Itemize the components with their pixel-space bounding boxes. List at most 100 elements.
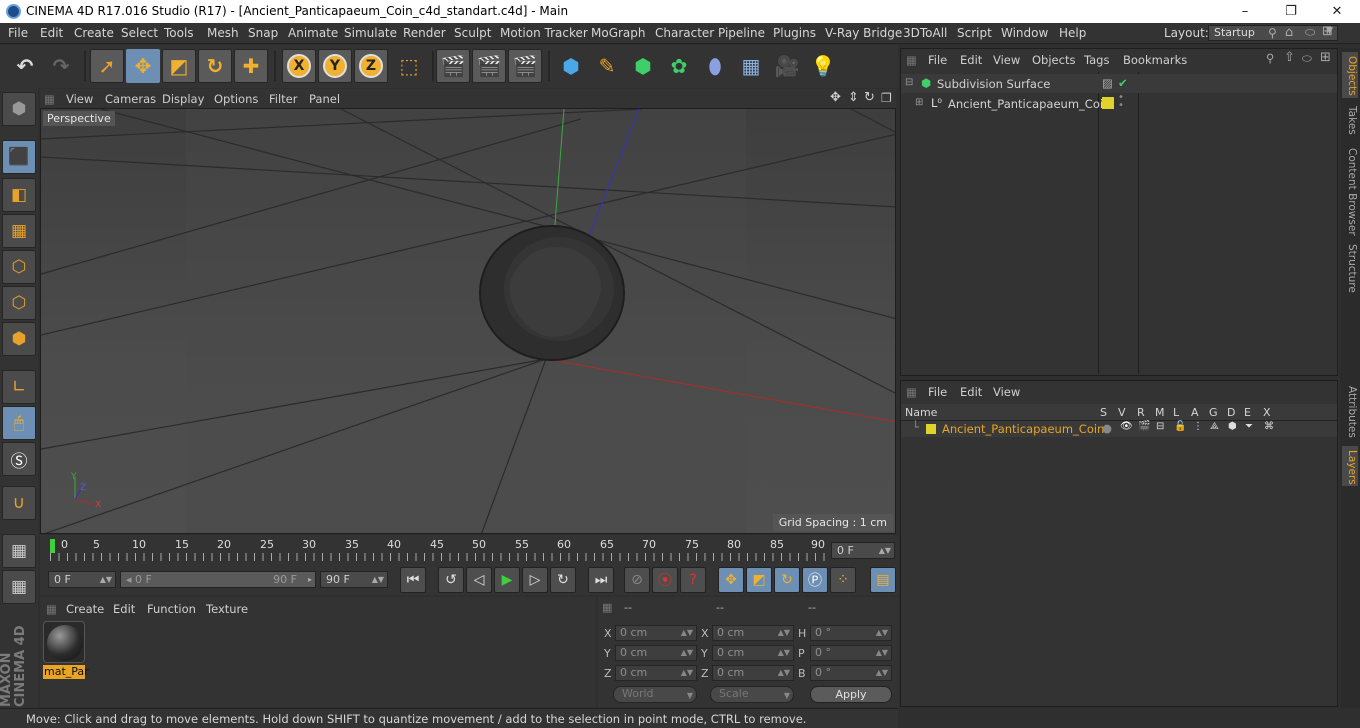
maximize-button[interactable]: ❐ xyxy=(1268,0,1314,23)
tab-attributes[interactable]: Attributes xyxy=(1342,386,1358,442)
model-mode-icon[interactable]: ⬛ xyxy=(2,140,36,174)
animation-icon[interactable]: ⋮ xyxy=(1193,421,1203,432)
object-menu-view[interactable]: View xyxy=(993,53,1020,67)
menu-help[interactable]: Help xyxy=(1059,26,1086,40)
back-icon[interactable]: ⬭ xyxy=(1305,25,1315,40)
object-menu-file[interactable]: File xyxy=(928,53,947,67)
visibility-dots-icon[interactable]: • • xyxy=(1118,93,1124,111)
coordinate-mode-dropdown[interactable]: World ▼ xyxy=(613,686,697,703)
viewport-menu-view[interactable]: View xyxy=(66,92,93,106)
material-menu-create[interactable]: Create xyxy=(66,602,104,616)
material-menu-function[interactable]: Function xyxy=(147,602,196,616)
tab-content-browser[interactable]: Content Browser xyxy=(1342,148,1358,236)
rot-h-field[interactable]: 0 ° ▲▼ xyxy=(810,625,892,641)
menu-plugins[interactable]: Plugins xyxy=(773,26,816,40)
go-to-start-icon[interactable]: ⏮ xyxy=(400,567,426,593)
home-icon[interactable]: ⌂ xyxy=(1285,25,1293,40)
tab-takes[interactable]: Takes xyxy=(1342,106,1358,142)
viewport-move-icon[interactable]: ✥ xyxy=(830,90,841,105)
column-deformers[interactable]: D xyxy=(1227,406,1235,419)
camera-icon[interactable]: 🎥 xyxy=(770,49,804,83)
go-to-end-icon[interactable]: ⏭ xyxy=(588,567,614,593)
pos-z-field[interactable]: 0 cm ▲▼ xyxy=(615,665,697,681)
workplane-lock-icon[interactable]: ▦ xyxy=(2,534,36,568)
layer-menu-view[interactable]: View xyxy=(993,385,1020,399)
tab-objects[interactable]: Objects xyxy=(1342,52,1358,98)
pos-x-field[interactable]: 0 cm ▲▼ xyxy=(615,625,697,641)
close-button[interactable]: ✕ xyxy=(1314,0,1360,23)
cube-icon[interactable]: ⬢ xyxy=(554,49,588,83)
scale-icon[interactable]: ◩ xyxy=(162,49,196,83)
redo-icon[interactable]: ↷ xyxy=(44,49,78,83)
minimize-button[interactable]: – xyxy=(1222,0,1268,23)
menu-simulate[interactable]: Simulate xyxy=(344,26,397,40)
menu-animate[interactable]: Animate xyxy=(288,26,338,40)
timeline-window-icon[interactable]: ▤ xyxy=(870,567,896,593)
size-x-field[interactable]: 0 cm ▲▼ xyxy=(712,625,794,641)
layer-color-swatch[interactable] xyxy=(926,424,936,434)
next-key-icon[interactable]: ↻ xyxy=(550,567,576,593)
deformer-icon[interactable]: ⬮ xyxy=(698,49,732,83)
menu-script[interactable]: Script xyxy=(957,26,992,40)
menu-render[interactable]: Render xyxy=(403,26,446,40)
play-icon[interactable]: ▶ xyxy=(494,567,520,593)
object-row-coin[interactable]: Ancient_Panticapaeum_Coin xyxy=(948,97,1110,111)
previous-frame-icon[interactable]: ◁ xyxy=(466,567,492,593)
snap-icon[interactable]: Ⓢ xyxy=(2,442,36,476)
viewport-maximize-icon[interactable]: ❐ xyxy=(881,91,892,105)
viewport-rotate-icon[interactable]: ↻ xyxy=(864,90,875,105)
solo-icon[interactable]: ● xyxy=(1102,421,1112,435)
texture-mode-icon[interactable]: ◧ xyxy=(2,178,36,212)
key-rotation-icon[interactable]: ↻ xyxy=(774,567,800,593)
polygons-mode-icon[interactable]: ⬢ xyxy=(2,322,36,356)
magnet-icon[interactable]: ∪ xyxy=(2,486,36,520)
object-menu-edit[interactable]: Edit xyxy=(960,53,982,67)
material-menu-edit[interactable]: Edit xyxy=(113,602,135,616)
render-picture-viewer-icon[interactable]: 🎬 xyxy=(472,49,506,83)
autokey-icon[interactable]: ? xyxy=(680,567,706,593)
cloner-icon[interactable]: ✿ xyxy=(662,49,696,83)
viewport-menu-cameras[interactable]: Cameras xyxy=(105,92,156,106)
tab-structure[interactable]: Structure xyxy=(1342,244,1358,294)
z-axis-icon[interactable]: Z xyxy=(354,49,388,83)
search-icon[interactable]: ⚲ xyxy=(1266,51,1274,65)
key-scale-icon[interactable]: ◩ xyxy=(746,567,772,593)
layer-color-swatch[interactable] xyxy=(1102,97,1114,109)
object-row-subdivision-surface[interactable]: Subdivision Surface xyxy=(937,77,1050,91)
object-menu-bookmarks[interactable]: Bookmarks xyxy=(1123,53,1187,67)
timeline-ruler[interactable]: 0 5 10 15 20 25 30 35 40 45 50 55 60 65 … xyxy=(40,535,898,565)
column-expressions[interactable]: E xyxy=(1244,406,1251,419)
key-point-level-icon[interactable]: ⁘ xyxy=(830,567,856,593)
3d-viewport[interactable]: Y Z X Perspective Grid Spacing : 1 cm xyxy=(40,108,896,534)
back-icon[interactable]: ⬭ xyxy=(1302,51,1312,66)
menu-motion-tracker[interactable]: Motion Tracker xyxy=(500,26,588,40)
column-name[interactable]: Name xyxy=(905,406,937,419)
manager-icon[interactable]: ⊟ xyxy=(1156,421,1164,432)
key-parameter-icon[interactable]: Ⓟ xyxy=(802,567,828,593)
frame-range-slider[interactable]: ◂ 0 F 90 F ▸ xyxy=(120,571,316,588)
axis-mode-icon[interactable]: ∟ xyxy=(2,370,36,404)
deformer-icon[interactable]: ⬢ xyxy=(1228,421,1237,432)
render-icon[interactable]: 🎬 xyxy=(1138,421,1150,432)
menu-mograph[interactable]: MoGraph xyxy=(591,26,646,40)
render-view-icon[interactable]: 🎬 xyxy=(436,49,470,83)
eye-icon[interactable]: 👁 xyxy=(1120,421,1133,432)
tweak-mode-icon[interactable]: 🖱 xyxy=(2,406,36,440)
new-panel-icon[interactable]: ⊞ xyxy=(1320,50,1331,65)
object-menu-tags[interactable]: Tags xyxy=(1084,53,1109,67)
viewport-menu-filter[interactable]: Filter xyxy=(269,92,297,106)
lock-icon[interactable]: 🔓 xyxy=(1174,421,1186,432)
column-locked[interactable]: L xyxy=(1173,406,1179,419)
edges-mode-icon[interactable]: ⬡ xyxy=(2,286,36,320)
viewport-zoom-icon[interactable]: ⇕ xyxy=(848,90,859,105)
column-solo[interactable]: S xyxy=(1100,406,1107,419)
menu-character[interactable]: Character xyxy=(655,26,714,40)
start-frame-field[interactable]: 0 F ▲▼ xyxy=(48,571,116,588)
size-z-field[interactable]: 0 cm ▲▼ xyxy=(712,665,794,681)
menu-pipeline[interactable]: Pipeline xyxy=(718,26,765,40)
expression-icon[interactable]: ⏷ xyxy=(1245,421,1253,432)
end-frame-field[interactable]: 90 F ▲▼ xyxy=(320,571,388,588)
menu-edit[interactable]: Edit xyxy=(40,26,63,40)
viewport-menu-display[interactable]: Display xyxy=(162,92,204,106)
rot-b-field[interactable]: 0 ° ▲▼ xyxy=(810,665,892,681)
